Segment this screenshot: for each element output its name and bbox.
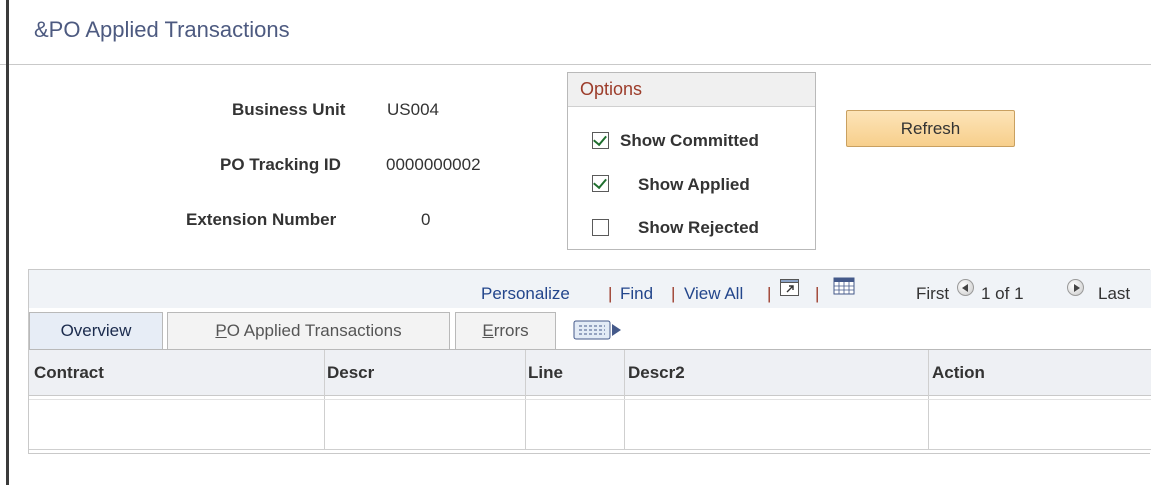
tracking-id-value: 0000000002 [386, 155, 481, 174]
new-window-icon[interactable] [779, 278, 801, 298]
extension-number-value: 0 [421, 210, 431, 229]
find-link[interactable]: Find [620, 284, 653, 304]
tab-errors[interactable]: Errors [455, 312, 556, 349]
separator: | [608, 284, 613, 303]
column-header-contract[interactable]: Contract [34, 363, 104, 383]
tracking-id-label: PO Tracking ID [220, 155, 341, 174]
refresh-button[interactable]: Refresh [846, 110, 1015, 147]
row-counter: 1 of 1 [981, 284, 1024, 303]
checkmark-icon [593, 131, 607, 147]
previous-icon[interactable] [957, 279, 974, 296]
show-all-columns-icon[interactable] [573, 319, 623, 341]
checkmark-icon [593, 174, 607, 190]
table-row [29, 397, 1151, 450]
show-committed-checkbox[interactable] [592, 131, 609, 149]
extension-number-label: Extension Number [186, 210, 337, 229]
last-label: Last [1098, 284, 1131, 303]
page-title: &PO Applied Transactions [34, 17, 290, 42]
column-header-descr[interactable]: Descr [327, 363, 374, 383]
column-header-line[interactable]: Line [528, 363, 563, 383]
options-title: Options [580, 79, 643, 99]
show-rejected-checkbox[interactable] [592, 219, 609, 236]
tab-overview[interactable]: Overview [29, 312, 163, 349]
view-all-link[interactable]: View All [684, 284, 743, 304]
column-header-descr2[interactable]: Descr2 [628, 363, 685, 383]
business-unit-value: US004 [387, 100, 439, 119]
separator: | [767, 284, 772, 303]
personalize-link[interactable]: Personalize [481, 284, 570, 304]
options-header: Options [568, 73, 815, 107]
separator: | [815, 284, 820, 303]
options-group: Options Show Committed Show Applied Show… [567, 72, 816, 250]
tab-po-applied-transactions[interactable]: PO Applied Transactions [167, 312, 450, 349]
show-applied-checkbox[interactable] [592, 174, 609, 192]
show-committed-label: Show Committed [620, 131, 759, 150]
first-label: First [916, 284, 950, 303]
column-header-action[interactable]: Action [932, 363, 985, 383]
next-icon[interactable] [1067, 279, 1084, 296]
left-border [6, 0, 9, 485]
show-rejected-label: Show Rejected [638, 218, 759, 237]
download-grid-icon[interactable] [833, 277, 855, 295]
separator: | [671, 284, 676, 303]
business-unit-label: Business Unit [232, 100, 346, 119]
show-applied-label: Show Applied [638, 175, 750, 194]
